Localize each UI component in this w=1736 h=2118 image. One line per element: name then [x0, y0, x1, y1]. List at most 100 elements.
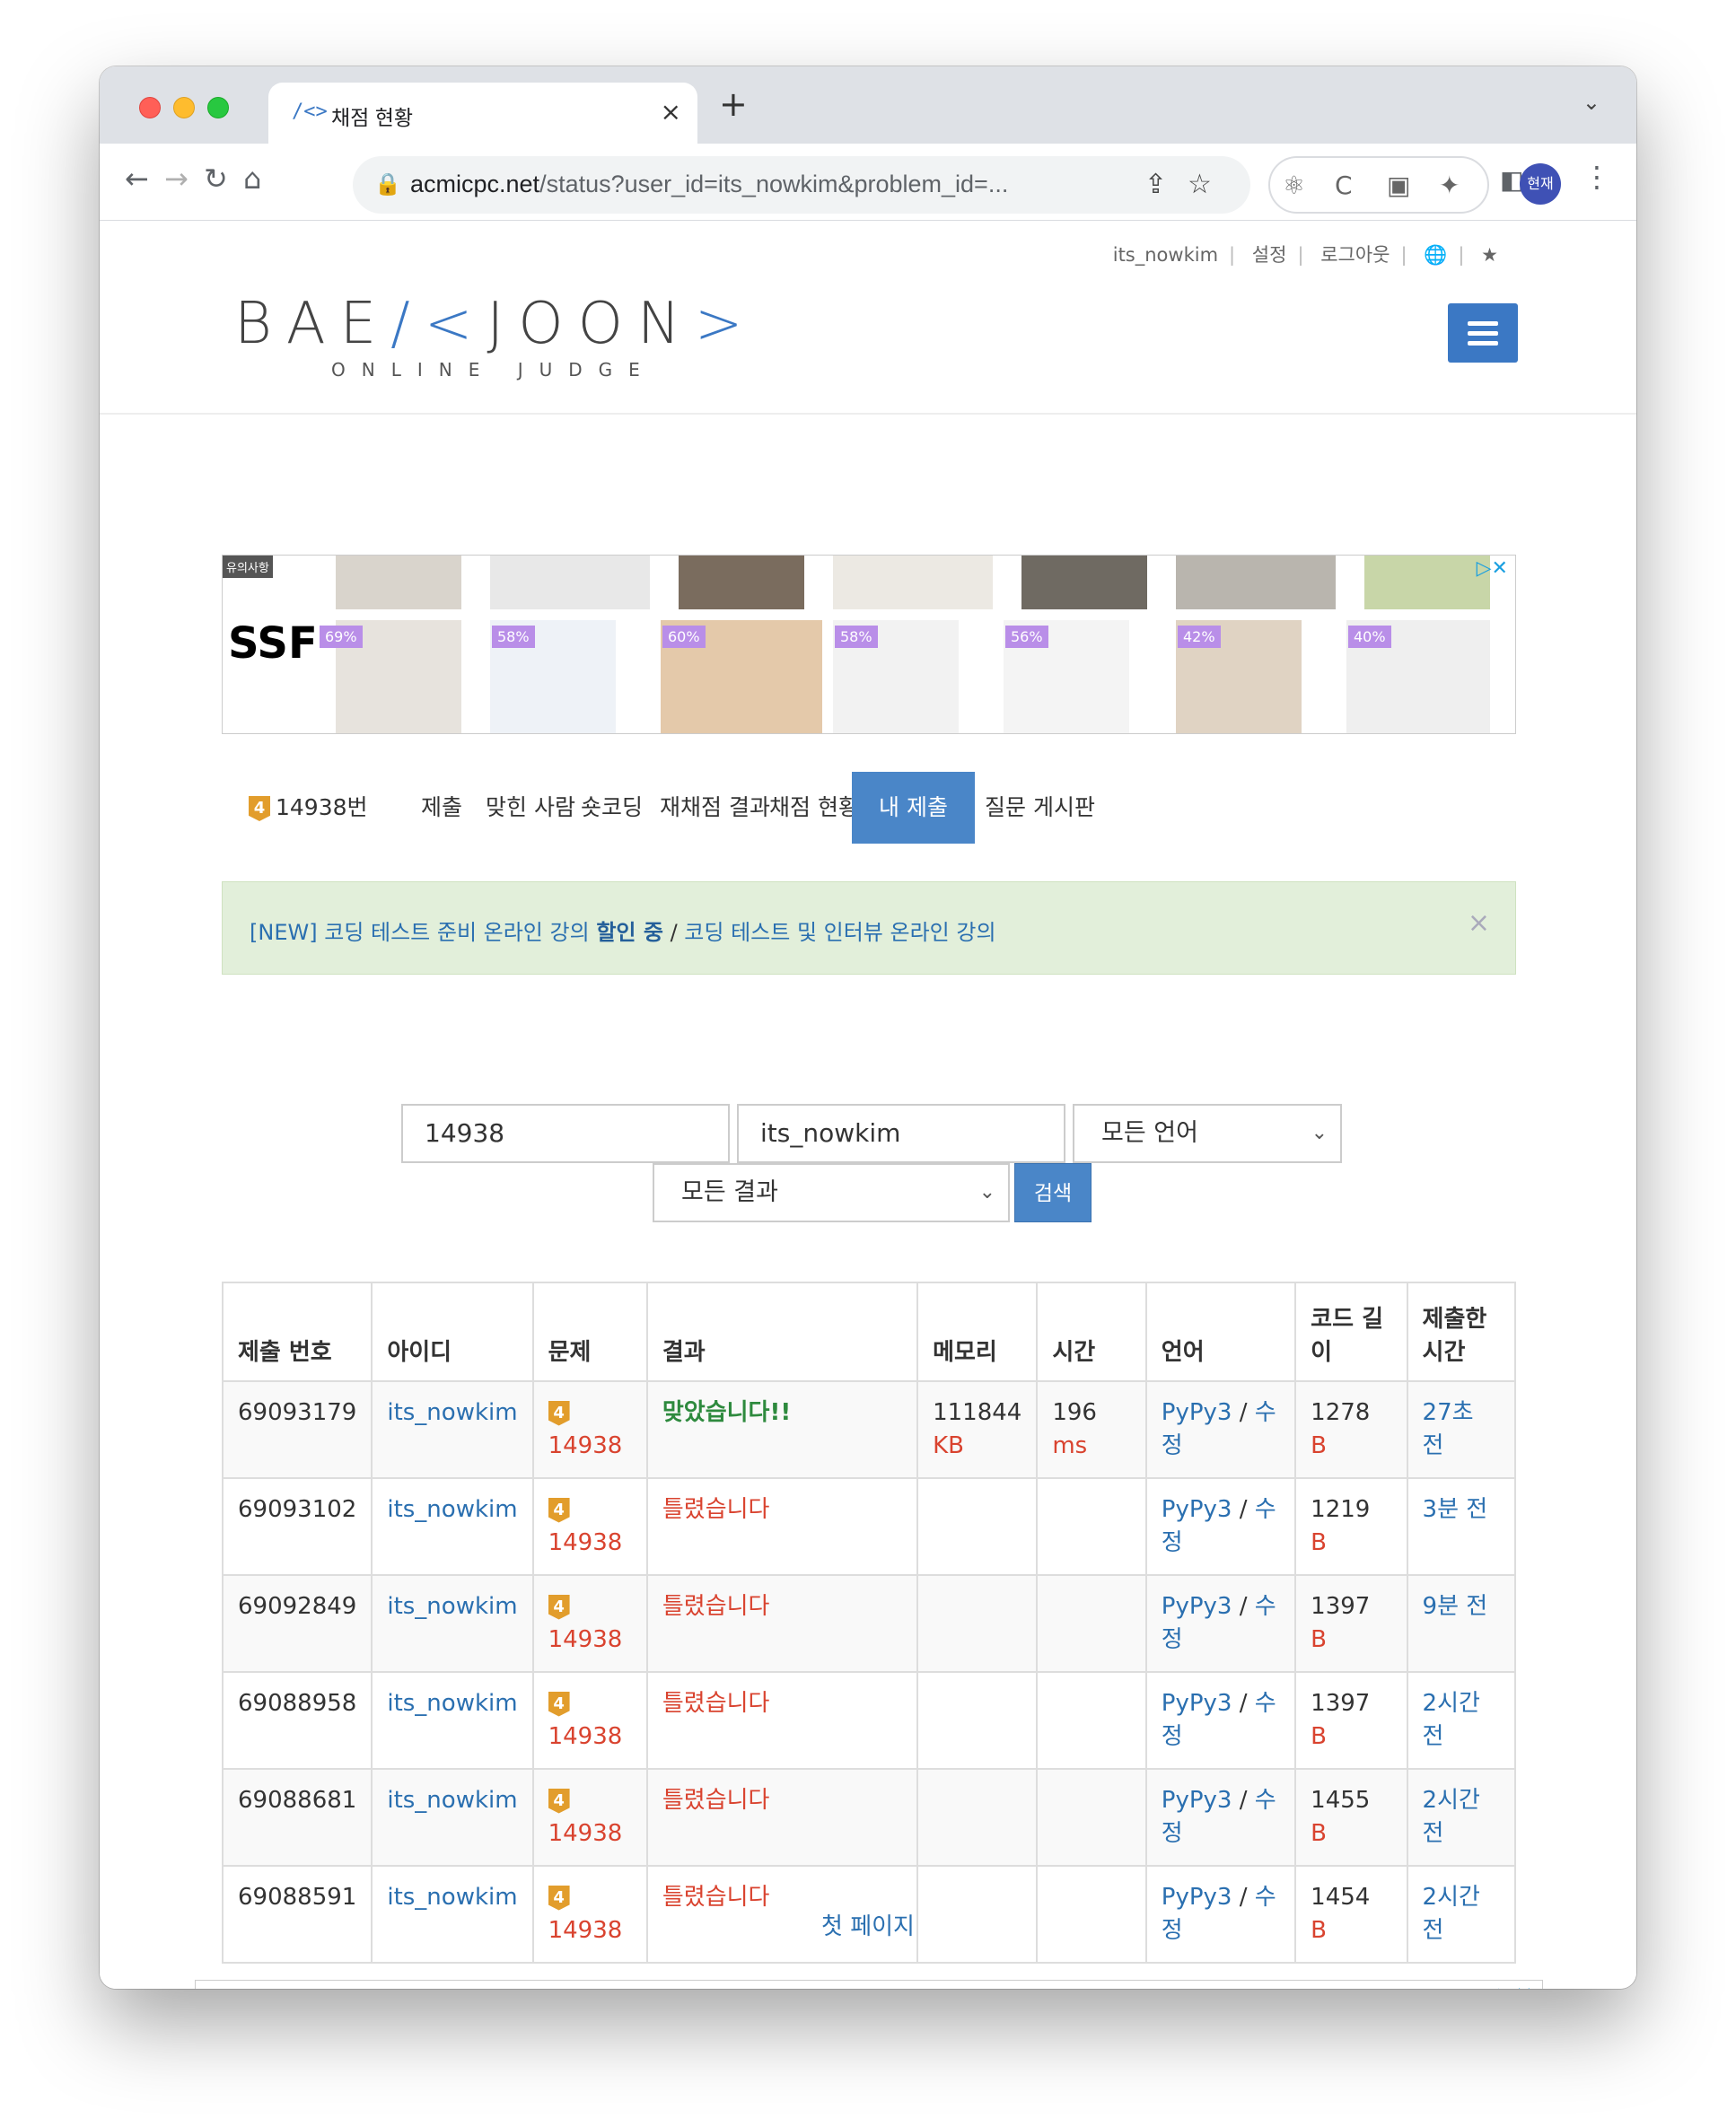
address-bar[interactable]: 🔒 acmicpc.net/status?user_id=its_nowkim&… — [353, 156, 1250, 214]
level-badge-icon: 4 — [548, 1788, 570, 1814]
alert-close-icon[interactable]: × — [1468, 907, 1490, 939]
user-link[interactable]: its_nowkim — [1113, 244, 1218, 266]
user-link[interactable]: its_nowkim — [387, 1496, 517, 1523]
react-devtools-icon[interactable]: ⚛ — [1283, 171, 1305, 200]
language-link[interactable]: PyPy3 — [1162, 1787, 1232, 1814]
language-link[interactable]: PyPy3 — [1162, 1593, 1232, 1620]
ad-notice-label[interactable]: 유의사항 — [223, 556, 273, 578]
ad-close-icon[interactable]: ▷✕ — [1477, 557, 1508, 580]
table-row: 69093102 its_nowkim 4 14938 틀렸습니다 PyPy3 / 수정… — [221, 1477, 1517, 1576]
memory-cell: 111844 KB — [916, 1380, 1039, 1479]
result-text: 틀렸습니다 — [662, 1884, 770, 1911]
close-window-button[interactable] — [139, 97, 161, 118]
table-row: 69088958 its_nowkim 4 14938 틀렸습니다 PyPy3 / 수정… — [221, 1671, 1517, 1770]
home-icon[interactable]: ⌂ — [243, 162, 261, 196]
language-link[interactable]: PyPy3 — [1162, 1496, 1232, 1523]
browser-menu-icon[interactable]: ⋮ — [1583, 160, 1611, 194]
submission-id: 69088958 — [221, 1671, 373, 1770]
site-logo[interactable]: BAE/<JOON> ONLINE JUDGE — [234, 291, 757, 381]
language-cell: PyPy3 / 수정 — [1144, 1380, 1297, 1479]
language-select[interactable]: 모든 언어 ⌄ — [1073, 1104, 1342, 1163]
language-cell: PyPy3 / 수정 — [1144, 1574, 1297, 1673]
extensions-group: ⚛ C ▣ ✦ — [1268, 156, 1489, 214]
settings-link[interactable]: 설정 — [1252, 244, 1287, 266]
bottom-ad-banner[interactable]: ▷✕ — [195, 1980, 1543, 1989]
problem-link[interactable]: 14938 — [548, 1626, 623, 1653]
user-link[interactable]: its_nowkim — [387, 1399, 517, 1426]
ad-discount: 56% — [1005, 626, 1048, 648]
ad-discount: 40% — [1348, 626, 1391, 648]
star-icon[interactable]: ★ — [1481, 244, 1498, 266]
result-cell: 틀렸습니다 — [645, 1574, 919, 1673]
language-link[interactable]: PyPy3 — [1162, 1399, 1232, 1426]
submitted-at-link[interactable]: 2시간 전 — [1423, 1690, 1480, 1750]
result-select[interactable]: 모든 결과 ⌄ — [653, 1163, 1010, 1222]
level-badge-icon: 4 — [548, 1691, 570, 1717]
profile-avatar[interactable]: 현재 — [1520, 163, 1561, 205]
submitted-at-link[interactable]: 9분 전 — [1423, 1593, 1488, 1620]
tab-close-icon[interactable]: × — [661, 97, 681, 127]
chevron-down-icon: ⌄ — [1311, 1122, 1328, 1144]
globe-icon[interactable]: 🌐 — [1424, 244, 1447, 266]
tab-title: 채점 현황 — [331, 106, 414, 129]
col-header-id: 제출 번호 — [221, 1282, 373, 1382]
language-link[interactable]: PyPy3 — [1162, 1690, 1232, 1717]
ad-close-icon[interactable]: ▷✕ — [1498, 1982, 1533, 1989]
col-header-result: 결과 — [645, 1282, 919, 1382]
user-link[interactable]: its_nowkim — [387, 1593, 517, 1620]
user-id-input[interactable]: its_nowkim — [737, 1104, 1065, 1163]
user-link[interactable]: its_nowkim — [387, 1690, 517, 1717]
language-cell: PyPy3 / 수정 — [1144, 1477, 1297, 1576]
first-page-link[interactable]: 첫 페이지 — [100, 1908, 1636, 1941]
tab-search-chevron-icon[interactable]: ⌄ — [1583, 90, 1600, 115]
submitted-at-cell: 2시간 전 — [1406, 1671, 1517, 1770]
forward-arrow-icon[interactable]: → — [164, 162, 189, 196]
bookmark-star-icon[interactable]: ☆ — [1188, 169, 1212, 200]
col-header-user: 아이디 — [371, 1282, 534, 1382]
problem-link[interactable]: 14938 — [548, 1529, 623, 1556]
problem-link[interactable]: 14938 — [548, 1432, 623, 1459]
tab-my-submissions[interactable]: 내 제출 — [852, 772, 975, 844]
col-header-problem: 문제 — [531, 1282, 648, 1382]
ad-brand: SSF — [228, 618, 318, 669]
problem-id-input[interactable]: 14938 — [401, 1104, 730, 1163]
reload-icon[interactable]: ↻ — [204, 162, 228, 196]
minimize-window-button[interactable] — [173, 97, 195, 118]
submitted-at-cell: 9분 전 — [1406, 1574, 1517, 1673]
submitted-at-link[interactable]: 27초 전 — [1423, 1399, 1474, 1459]
time-cell — [1036, 1768, 1147, 1867]
tab-problem[interactable]: 4 14938번 — [222, 772, 395, 844]
new-tab-button[interactable]: + — [719, 84, 748, 124]
problem-link[interactable]: 14938 — [548, 1820, 623, 1847]
problem-link[interactable]: 14938 — [548, 1723, 623, 1750]
level-badge-icon: 4 — [548, 1497, 570, 1523]
browser-tab[interactable]: /<> 채점 현황 × — [268, 83, 697, 145]
table-row: 69093179 its_nowkim 4 14938 맞았습니다!! 111844 KB 1… — [221, 1380, 1517, 1479]
language-link[interactable]: PyPy3 — [1162, 1884, 1232, 1911]
extension-box-icon[interactable]: ▣ — [1387, 171, 1410, 200]
submitted-at-link[interactable]: 3분 전 — [1423, 1496, 1488, 1523]
logout-link[interactable]: 로그아웃 — [1320, 244, 1390, 266]
search-button[interactable]: 검색 — [1014, 1163, 1092, 1222]
lock-icon[interactable]: 🔒 — [374, 171, 401, 197]
back-arrow-icon[interactable]: ← — [125, 162, 149, 196]
share-icon[interactable]: ⇪ — [1144, 169, 1167, 200]
puzzle-extensions-icon[interactable]: ✦ — [1439, 171, 1460, 200]
chevron-down-icon: ⌄ — [978, 1181, 995, 1203]
ad-banner[interactable]: 유의사항 SSF 69% 58% 60% 58% 56% 42% 40% ▷✕ — [222, 555, 1516, 734]
ad-discount: 60% — [662, 626, 706, 648]
promo-text[interactable]: [NEW] 코딩 테스트 준비 온라인 강의 할인 중 / 코딩 테스트 및 인… — [250, 915, 996, 946]
ad-discount: 58% — [835, 626, 878, 648]
tab-strip: /<> 채점 현황 × + ⌄ — [100, 66, 1636, 145]
user-link[interactable]: its_nowkim — [387, 1884, 517, 1911]
maximize-window-button[interactable] — [207, 97, 229, 118]
submitted-at-link[interactable]: 2시간 전 — [1423, 1787, 1480, 1847]
code-length-cell: 1397 B — [1294, 1574, 1408, 1673]
hamburger-menu-button[interactable] — [1448, 303, 1518, 363]
extension-c-icon[interactable]: C — [1335, 171, 1353, 200]
user-cell: its_nowkim — [371, 1574, 534, 1673]
user-link[interactable]: its_nowkim — [387, 1787, 517, 1814]
tab-question-board[interactable]: 질문 게시판 — [958, 772, 1122, 844]
level-badge-icon: 4 — [548, 1400, 570, 1426]
memory-cell — [916, 1768, 1039, 1867]
